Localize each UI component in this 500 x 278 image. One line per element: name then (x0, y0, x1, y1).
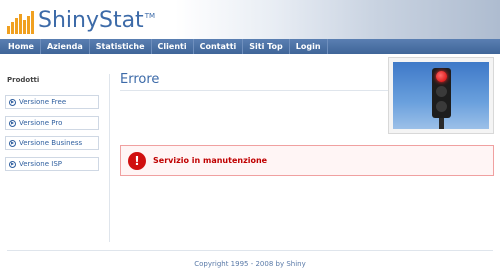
nav-azienda[interactable]: Azienda (41, 39, 90, 54)
shinystat-logo[interactable]: ShinyStat TM (7, 8, 155, 34)
logo-text: ShinyStat (38, 8, 144, 33)
sidebar-item-label: Versione Pro (19, 119, 63, 127)
sidebar-title: Prodotti (7, 76, 40, 84)
sidebar-item-label: Versione ISP (19, 160, 63, 168)
main-nav: Home Azienda Statistiche Clienti Contatt… (0, 39, 500, 54)
logo-bars-icon (7, 10, 34, 34)
nav-statistiche[interactable]: Statistiche (90, 39, 152, 54)
sidebar-item-versione-pro[interactable]: ▶ Versione Pro (5, 116, 99, 130)
red-light-icon (436, 71, 447, 82)
logo-trademark: TM (144, 12, 156, 20)
traffic-light-photo (388, 57, 494, 134)
yellow-light-icon (436, 86, 447, 97)
traffic-light-image (393, 62, 489, 129)
sidebar-item-label: Versione Free (19, 98, 67, 106)
footer-copyright: Copyright 1995 - 2008 by Shiny (194, 260, 306, 268)
error-message-text: Servizio in manutenzione (153, 156, 268, 165)
arrow-right-icon: ▶ (9, 98, 16, 106)
error-message-box: ! Servizio in manutenzione (120, 145, 494, 176)
arrow-right-icon: ▶ (9, 160, 16, 168)
sidebar-item-label: Versione Business (19, 139, 83, 147)
nav-clienti[interactable]: Clienti (152, 39, 194, 54)
sidebar-item-versione-isp[interactable]: ▶ Versione ISP (5, 157, 99, 171)
sidebar-item-versione-free[interactable]: ▶ Versione Free (5, 95, 99, 109)
nav-home[interactable]: Home (2, 39, 41, 54)
arrow-right-icon: ▶ (9, 119, 16, 127)
green-light-icon (436, 101, 447, 112)
nav-contatti[interactable]: Contatti (194, 39, 244, 54)
traffic-light-pole (439, 118, 444, 129)
footer-divider (7, 250, 493, 251)
error-icon: ! (128, 152, 146, 170)
page-title: Errore (120, 72, 160, 87)
sidebar-item-versione-business[interactable]: ▶ Versione Business (5, 136, 99, 150)
arrow-right-icon: ▶ (9, 139, 16, 147)
nav-siti-top[interactable]: Siti Top (243, 39, 290, 54)
sidebar-divider (109, 74, 110, 242)
header: ShinyStat TM (0, 0, 500, 40)
title-divider (120, 90, 390, 91)
nav-login[interactable]: Login (290, 39, 328, 54)
